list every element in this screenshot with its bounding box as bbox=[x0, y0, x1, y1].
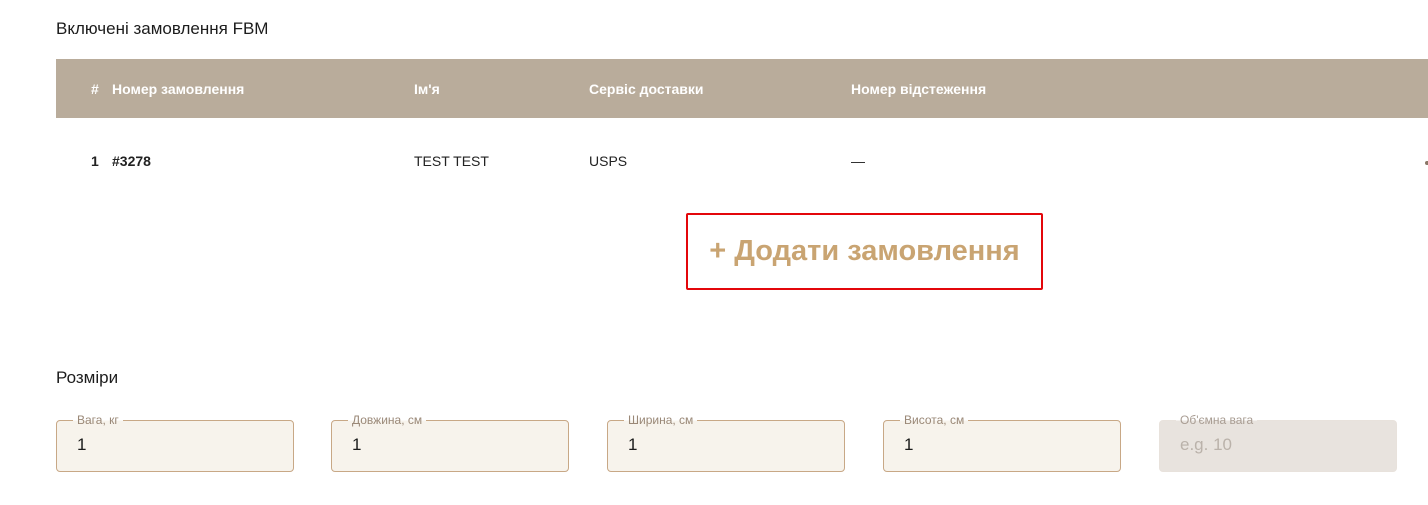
row-index: 1 bbox=[91, 153, 99, 169]
page: Включені замовлення FBM # Номер замовлен… bbox=[0, 0, 1428, 505]
dimensions-section-title: Розміри bbox=[56, 368, 119, 387]
volumetric-weight-input bbox=[1180, 435, 1380, 455]
row-tracking-number: — bbox=[851, 153, 865, 169]
volumetric-weight-field-label: Об'ємна вага bbox=[1176, 413, 1258, 427]
height-field-label: Висота, см bbox=[900, 413, 969, 427]
volumetric-weight-field: Об'ємна вага bbox=[1159, 413, 1397, 472]
weight-field-label: Вага, кг bbox=[73, 413, 123, 427]
weight-input[interactable] bbox=[77, 435, 277, 455]
length-field-label: Довжина, см bbox=[348, 413, 427, 427]
column-header-index: # bbox=[91, 80, 99, 97]
add-order-button[interactable]: + Додати замовлення bbox=[686, 213, 1043, 290]
length-field[interactable]: Довжина, см bbox=[331, 413, 569, 472]
height-field[interactable]: Висота, см bbox=[883, 413, 1121, 472]
row-name: TEST TEST bbox=[414, 153, 489, 169]
orders-section-title: Включені замовлення FBM bbox=[56, 19, 269, 38]
width-field[interactable]: Ширина, см bbox=[607, 413, 845, 472]
orders-table: # Номер замовлення Ім'я Сервіс доставки … bbox=[56, 59, 1428, 204]
weight-field[interactable]: Вага, кг bbox=[56, 413, 294, 472]
width-input[interactable] bbox=[628, 435, 828, 455]
length-input[interactable] bbox=[352, 435, 552, 455]
table-header: # Номер замовлення Ім'я Сервіс доставки … bbox=[56, 59, 1428, 118]
column-header-tracking-number: Номер відстеження bbox=[851, 80, 987, 97]
row-order-number[interactable]: #3278 bbox=[112, 153, 151, 169]
column-header-name: Ім'я bbox=[414, 80, 440, 97]
column-header-order-number: Номер замовлення bbox=[112, 80, 245, 97]
height-input[interactable] bbox=[904, 435, 1104, 455]
row-delivery-service: USPS bbox=[589, 153, 628, 169]
column-header-delivery-service: Сервіс доставки bbox=[589, 80, 704, 97]
width-field-label: Ширина, см bbox=[624, 413, 698, 427]
table-row[interactable]: 1 #3278 TEST TEST USPS — bbox=[56, 118, 1428, 204]
